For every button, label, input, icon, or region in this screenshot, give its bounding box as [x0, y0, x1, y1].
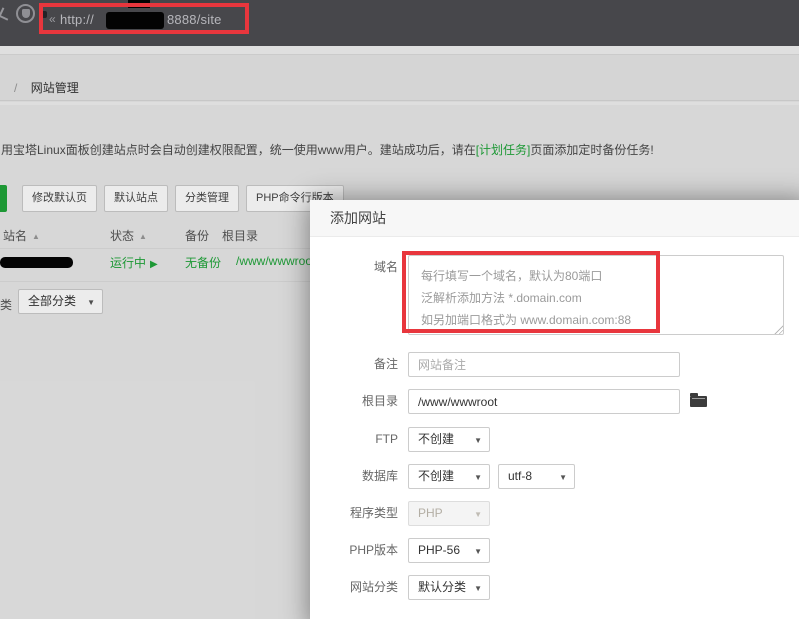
apptype-label: 程序类型: [310, 506, 398, 520]
site-category-label: 网站分类: [310, 580, 398, 594]
remark-label: 备注: [310, 357, 398, 371]
ftp-label: FTP: [310, 432, 398, 446]
shield-icon[interactable]: [16, 4, 35, 23]
domain-label: 域名: [310, 260, 398, 274]
modal-title: 添加网站: [310, 200, 799, 237]
caret-down-icon: ▼: [474, 577, 482, 600]
database-label: 数据库: [310, 469, 398, 483]
rootdir-input[interactable]: [408, 389, 680, 414]
caret-down-icon: ▼: [474, 540, 482, 563]
ftp-select[interactable]: 不创建 ▼: [408, 427, 490, 452]
shield-glyph-icon: [22, 9, 30, 18]
site-category-select[interactable]: 默认分类 ▼: [408, 575, 490, 600]
folder-icon[interactable]: [690, 396, 707, 407]
charset-select[interactable]: utf-8 ▼: [498, 464, 575, 489]
screen: « http:// 8888/site / 网站管理 用宝塔Linux面板创建站…: [0, 0, 799, 619]
caret-down-icon: ▼: [559, 466, 567, 489]
url-annotation-box: [39, 3, 249, 34]
phpver-label: PHP版本: [310, 543, 398, 557]
apptype-select: PHP ▼: [408, 501, 490, 526]
phpver-select[interactable]: PHP-56 ▼: [408, 538, 490, 563]
database-select[interactable]: 不创建 ▼: [408, 464, 490, 489]
remark-input[interactable]: [408, 352, 680, 377]
rootdir-label: 根目录: [310, 394, 398, 408]
caret-down-icon: ▼: [474, 429, 482, 452]
domain-annotation-box: [402, 251, 660, 333]
caret-down-icon: ▼: [474, 466, 482, 489]
pointer-icon: [0, 7, 12, 20]
caret-down-icon: ▼: [474, 503, 482, 526]
